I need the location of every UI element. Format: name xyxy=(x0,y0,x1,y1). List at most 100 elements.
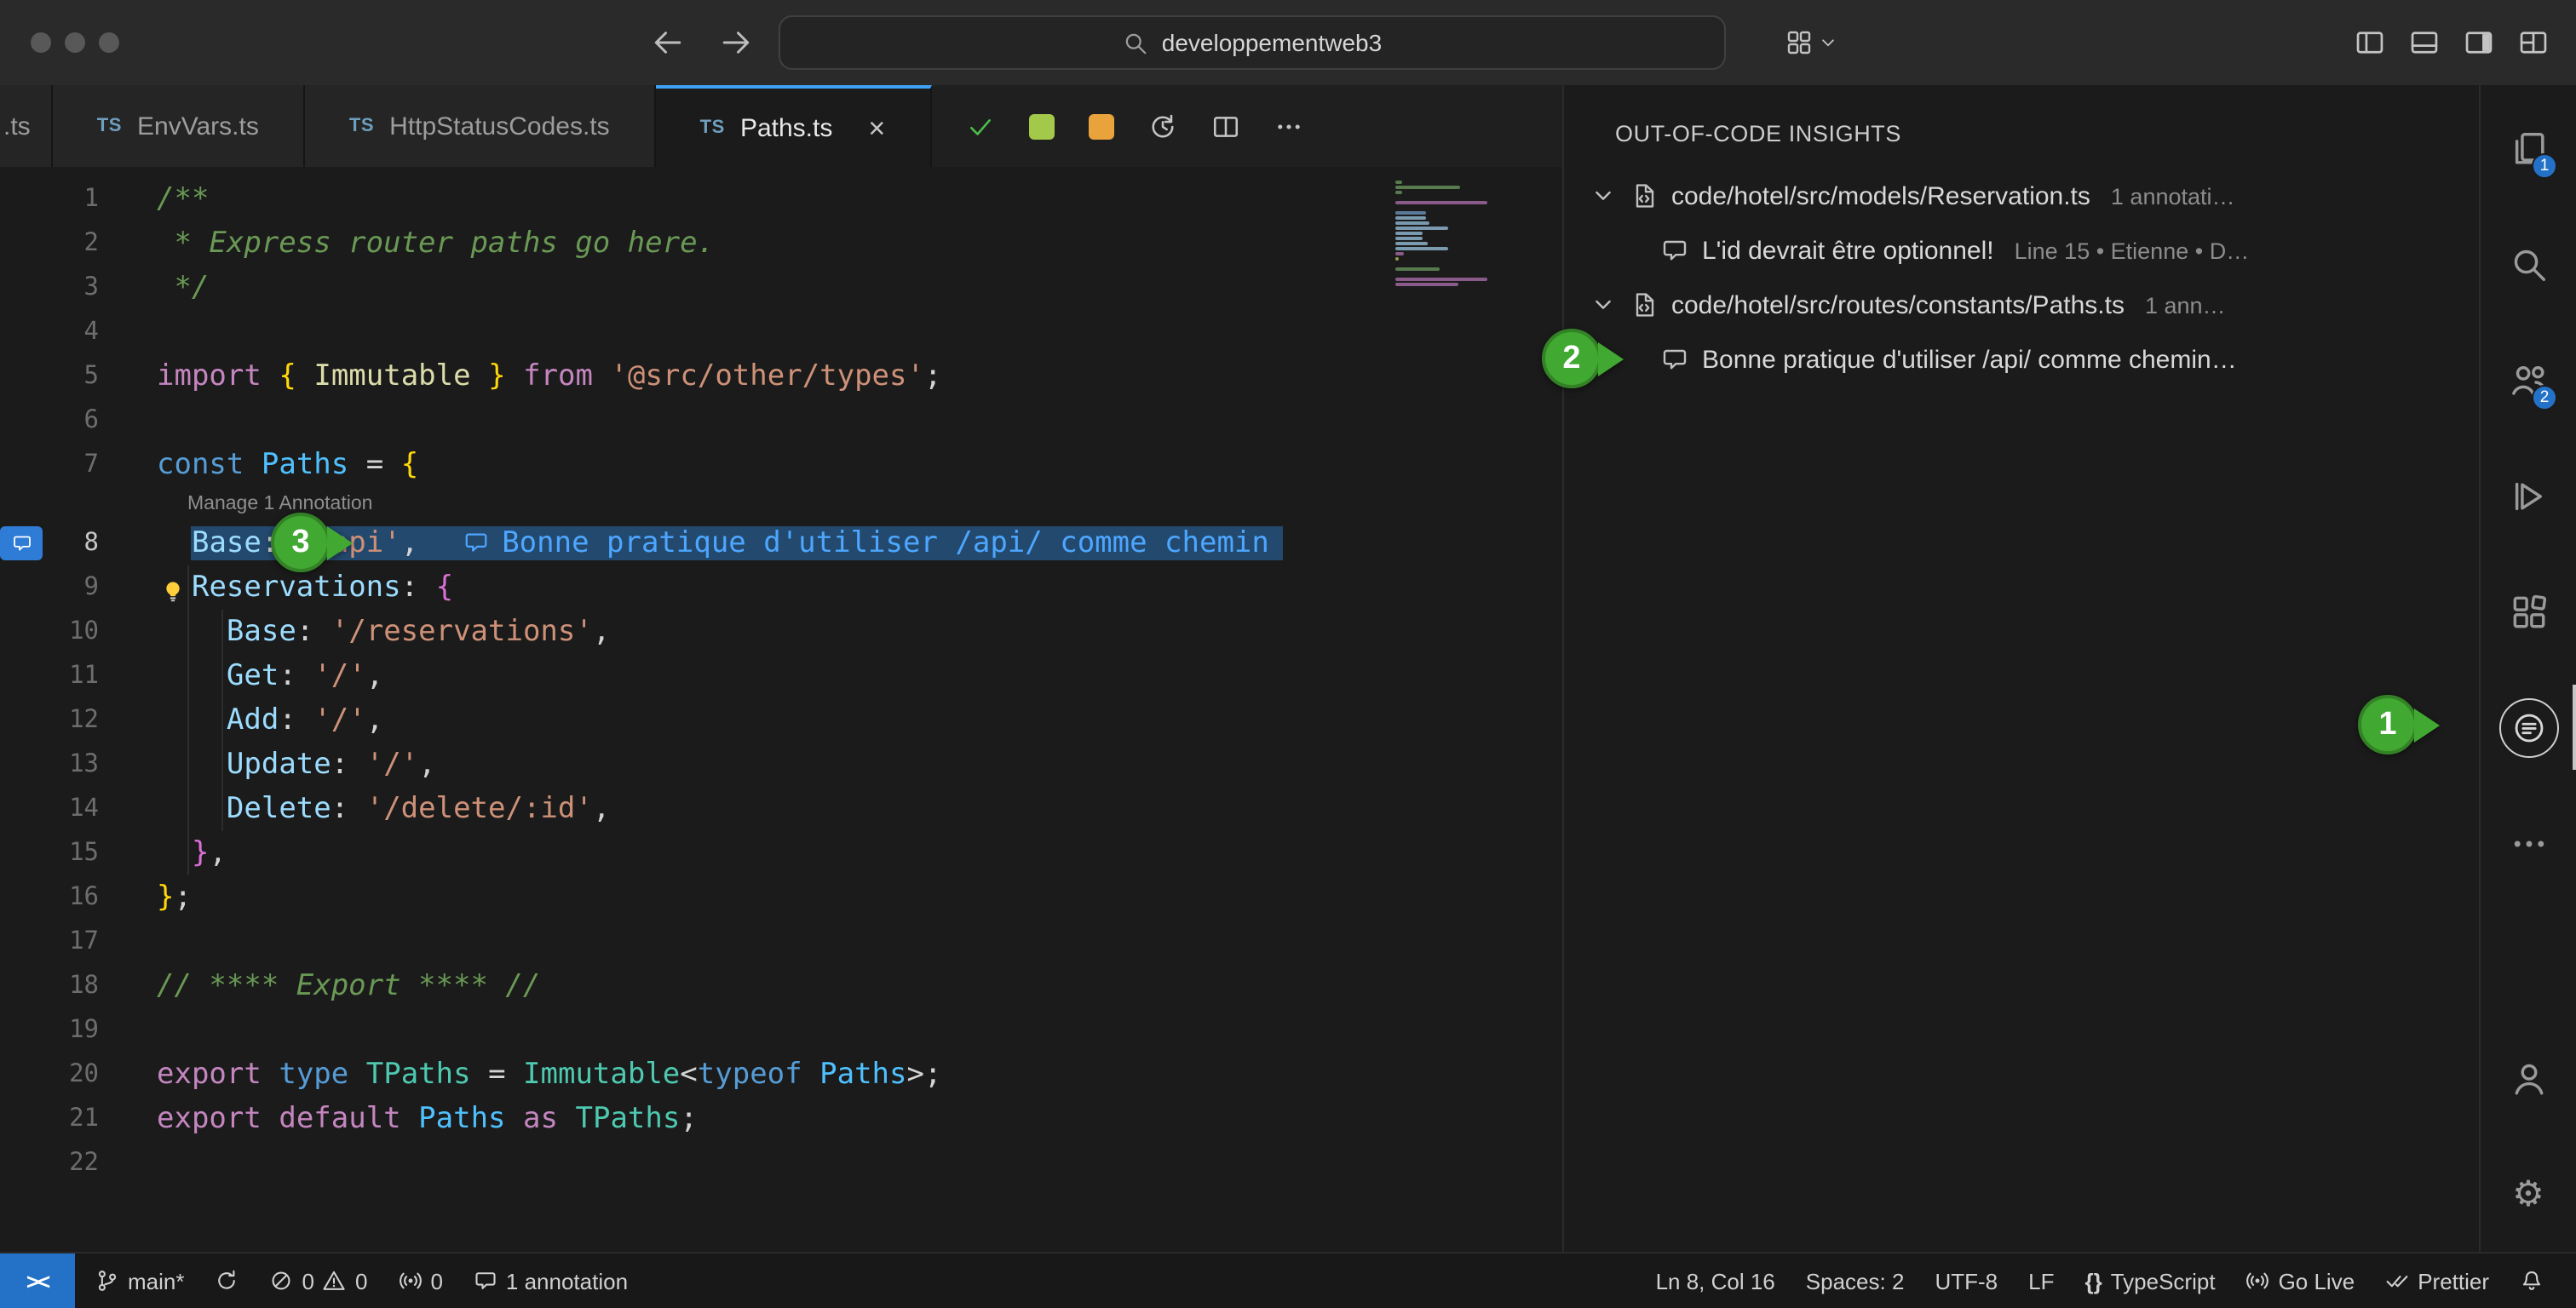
activity-explorer[interactable]: 1 xyxy=(2481,90,2576,206)
command-center-search[interactable]: developpementweb3 xyxy=(779,15,1726,70)
status-encoding[interactable]: UTF-8 xyxy=(1919,1254,2013,1308)
status-indentation[interactable]: Spaces: 2 xyxy=(1791,1254,1920,1308)
status-cursor-position[interactable]: Ln 8, Col 16 xyxy=(1641,1254,1791,1308)
inline-annotation[interactable]: Bonne pratique d'utiliser /api/ comme ch… xyxy=(463,526,1269,560)
code-line-1[interactable]: 1/** xyxy=(0,177,1562,221)
codelens-manage-annotation[interactable]: Manage 1 Annotation xyxy=(187,487,1562,521)
navigate-forward-icon[interactable] xyxy=(719,26,753,60)
activity-bar: 1 2 ⚙ xyxy=(2479,85,2576,1252)
split-editor-icon[interactable] xyxy=(1210,112,1239,141)
code-line-13[interactable]: 13 Update: '/', xyxy=(0,743,1562,787)
tab-label: HttpStatusCodes.ts xyxy=(389,112,609,141)
activity-account[interactable] xyxy=(2481,1020,2576,1136)
line-number: 2 xyxy=(0,221,99,266)
code-line-3[interactable]: 3 */ xyxy=(0,266,1562,310)
code-text: }, xyxy=(157,831,227,875)
tab-label: .ts xyxy=(3,112,31,141)
check-icon[interactable] xyxy=(965,112,994,141)
status-go-live[interactable]: Go Live xyxy=(2231,1254,2371,1308)
window-controls xyxy=(31,32,119,53)
timeline-history-icon[interactable] xyxy=(1147,112,1176,141)
toggle-primary-sidebar-icon[interactable] xyxy=(2355,27,2385,58)
insights-panel: OUT-OF-CODE INSIGHTS code/hotel/src/mode… xyxy=(1562,85,2479,1252)
git-branch-icon xyxy=(95,1269,119,1293)
status-annotations[interactable]: 1 annotation xyxy=(458,1254,643,1308)
activity-annotations[interactable] xyxy=(2481,669,2576,785)
broadcast-icon xyxy=(398,1269,422,1293)
badge: 1 xyxy=(2532,153,2557,179)
line-number: 7 xyxy=(0,443,99,487)
activity-accounts[interactable]: 2 xyxy=(2481,322,2576,438)
close-window-button[interactable] xyxy=(31,32,51,53)
callout-1: 1 xyxy=(2358,695,2440,754)
code-line-14[interactable]: 14 Delete: '/delete/:id', xyxy=(0,787,1562,831)
status-prettier[interactable]: Prettier xyxy=(2370,1254,2504,1308)
code-line-15[interactable]: 15 }, xyxy=(0,831,1562,875)
row-meta: 1 ann… xyxy=(2145,292,2226,318)
activity-settings[interactable]: ⚙ xyxy=(2481,1136,2576,1252)
tab-httpstatuscodes-ts[interactable]: TSHttpStatusCodes.ts xyxy=(305,85,656,167)
extension-orange-icon[interactable] xyxy=(1088,113,1113,139)
code-line-8[interactable]: 8 Base: '/api',Bonne pratique d'utiliser… xyxy=(0,521,1562,565)
insights-file-row[interactable]: code/hotel/src/models/Reservation.ts1 an… xyxy=(1564,169,2479,223)
tab-paths-ts[interactable]: TSPaths.ts× xyxy=(656,85,932,167)
code-line-20[interactable]: 20export type TPaths = Immutable<typeof … xyxy=(0,1053,1562,1097)
annotation-gutter-badge[interactable] xyxy=(0,526,43,560)
activity-search[interactable] xyxy=(2481,206,2576,322)
code-line-6[interactable]: 6 xyxy=(0,399,1562,443)
activity-extensions[interactable] xyxy=(2481,554,2576,669)
navigate-back-icon[interactable] xyxy=(651,26,685,60)
code-line-22[interactable]: 22 xyxy=(0,1141,1562,1185)
status-language[interactable]: {}TypeScript xyxy=(2069,1254,2230,1308)
row-label: code/hotel/src/routes/constants/Paths.ts xyxy=(1671,290,2125,319)
code-line-9[interactable]: 9 Reservations: { xyxy=(0,565,1562,610)
comment-icon xyxy=(1661,346,1688,373)
insights-file-row[interactable]: code/hotel/src/routes/constants/Paths.ts… xyxy=(1564,278,2479,332)
status-branch[interactable]: main* xyxy=(80,1254,200,1308)
tab-label: Paths.ts xyxy=(740,113,832,142)
code-line-10[interactable]: 10 Base: '/reservations', xyxy=(0,610,1562,654)
insights-annotation-row[interactable]: L'id devrait être optionnel!Line 15 • Et… xyxy=(1564,223,2479,278)
customize-layout-icon[interactable] xyxy=(2518,27,2549,58)
remote-indicator[interactable]: >< xyxy=(0,1254,75,1308)
code-line-4[interactable]: 4 xyxy=(0,310,1562,354)
code-line-12[interactable]: 12 Add: '/', xyxy=(0,698,1562,743)
code-line-7[interactable]: 7const Paths = { xyxy=(0,443,1562,487)
code-editor[interactable]: 1/**2 * Express router paths go here.3 *… xyxy=(0,167,1562,1252)
close-icon[interactable]: × xyxy=(868,113,885,142)
activity-more[interactable] xyxy=(2481,785,2576,901)
tab--ts[interactable]: .ts xyxy=(0,85,53,167)
code-line-19[interactable]: 19 xyxy=(0,1008,1562,1053)
person-icon xyxy=(2509,1058,2548,1098)
toggle-panel-icon[interactable] xyxy=(2409,27,2440,58)
insights-annotation-row[interactable]: Bonne pratique d'utiliser /api/ comme ch… xyxy=(1564,332,2479,387)
status-bar: >< main*0001 annotation Ln 8, Col 16Spac… xyxy=(0,1252,2576,1308)
zoom-window-button[interactable] xyxy=(99,32,119,53)
line-number: 22 xyxy=(0,1141,99,1185)
search-icon xyxy=(1123,30,1148,55)
line-number: 3 xyxy=(0,266,99,310)
status-eol[interactable]: LF xyxy=(2013,1254,2069,1308)
activity-run[interactable] xyxy=(2481,438,2576,554)
more-actions-icon[interactable] xyxy=(1274,112,1302,141)
profile-switcher[interactable] xyxy=(1785,29,1838,56)
code-line-18[interactable]: 18// **** Export **** // xyxy=(0,964,1562,1008)
activity-bottom: ⚙ xyxy=(2481,1020,2576,1252)
code-line-11[interactable]: 11 Get: '/', xyxy=(0,654,1562,698)
status-problems[interactable]: 00 xyxy=(255,1254,383,1308)
code-line-5[interactable]: 5import { Immutable } from '@src/other/t… xyxy=(0,354,1562,399)
code-line-16[interactable]: 16}; xyxy=(0,875,1562,920)
code-line-21[interactable]: 21export default Paths as TPaths; xyxy=(0,1097,1562,1141)
bell-icon xyxy=(2520,1269,2544,1293)
minimap[interactable] xyxy=(1395,181,1501,293)
toggle-secondary-sidebar-icon[interactable] xyxy=(2464,27,2494,58)
minimize-window-button[interactable] xyxy=(65,32,85,53)
status-sync[interactable] xyxy=(200,1254,255,1308)
status-notifications[interactable] xyxy=(2504,1254,2559,1308)
tab-envvars-ts[interactable]: TSEnvVars.ts xyxy=(53,85,305,167)
row-label: L'id devrait être optionnel! xyxy=(1702,236,1994,265)
code-line-17[interactable]: 17 xyxy=(0,920,1562,964)
code-line-2[interactable]: 2 * Express router paths go here. xyxy=(0,221,1562,266)
extension-green-icon[interactable] xyxy=(1028,113,1054,139)
status-ports[interactable]: 0 xyxy=(382,1254,457,1308)
